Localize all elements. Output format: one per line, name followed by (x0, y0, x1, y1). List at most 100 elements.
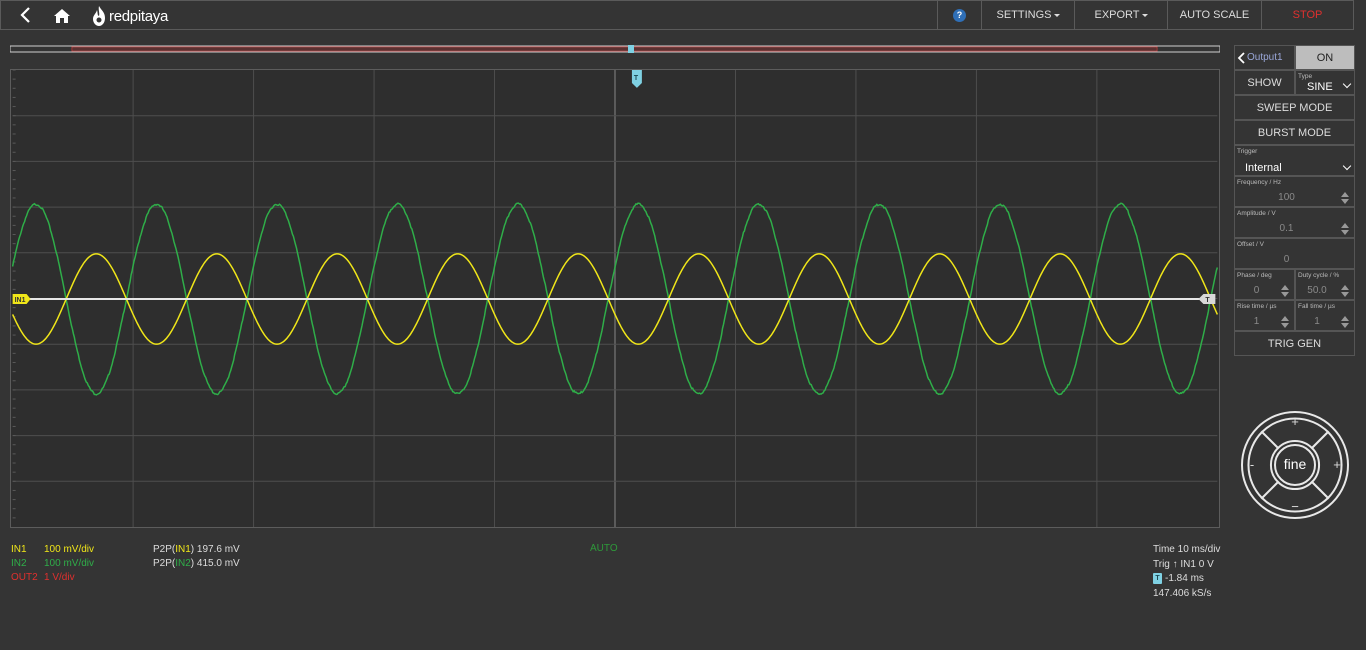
measurement-row[interactable]: P2P(IN1) 197.6 mV (153, 543, 240, 557)
caret-down-icon (1053, 13, 1060, 17)
offset-value[interactable]: 0 (1235, 254, 1338, 265)
amplitude-value[interactable]: 0.1 (1235, 223, 1338, 234)
timing-info: Time 10 ms/div Trig ↑ IN1 0 V T -1.84 ms … (1153, 543, 1220, 601)
phase-label: Phase / deg (1237, 272, 1272, 279)
trigger-time-marker-label: T (634, 75, 639, 82)
type-select[interactable]: Type SINE (1295, 70, 1355, 95)
fine-dial[interactable]: fine + − - + (1240, 410, 1350, 520)
type-label: Type (1298, 73, 1313, 80)
chevron-left-icon (1237, 51, 1245, 64)
help-icon: ? (953, 8, 966, 22)
frequency-value[interactable]: 100 (1235, 192, 1338, 203)
phase-field[interactable]: Phase / deg 0 (1234, 269, 1295, 300)
trigger-level-marker[interactable]: T (1198, 294, 1216, 304)
plus-icon: + (1333, 457, 1341, 472)
fall-time-label: Fall time / µs (1298, 303, 1335, 310)
trigger-select[interactable]: Trigger Internal (1234, 145, 1355, 176)
duty-cycle-value[interactable]: 50.0 (1296, 285, 1338, 296)
auto-scale-button[interactable]: AUTO SCALE (1167, 1, 1261, 29)
frequency-label: Frequency / Hz (1237, 179, 1282, 186)
export-button[interactable]: EXPORT (1074, 1, 1167, 29)
phase-value[interactable]: 0 (1235, 285, 1278, 296)
spinner-icon[interactable] (1341, 316, 1349, 328)
dial-center-label: fine (1284, 456, 1307, 472)
rise-time-value[interactable]: 1 (1235, 316, 1278, 327)
stop-label: STOP (1292, 9, 1323, 21)
auto-scale-label: AUTO SCALE (1179, 9, 1250, 21)
spinner-icon[interactable] (1281, 316, 1289, 328)
plus-icon: + (1291, 414, 1299, 429)
trig-gen-label: TRIG GEN (1267, 337, 1322, 350)
burst-mode-button[interactable]: BURST MODE (1234, 120, 1355, 145)
buffer-timeline[interactable] (10, 44, 1220, 54)
measurement-row[interactable]: P2P(IN2) 415.0 mV (153, 557, 240, 571)
spinner-icon[interactable] (1341, 285, 1349, 297)
in1-offset-marker[interactable]: IN1 (12, 294, 31, 304)
show-button[interactable]: SHOW (1234, 70, 1295, 95)
output1-back-button[interactable]: Output1 (1234, 45, 1295, 70)
trigger-delay: -1.84 ms (1165, 573, 1204, 584)
channel-scales: IN1 100 mV/div IN2 100 mV/div OUT2 1 V/div (11, 543, 94, 585)
measurement-prefix: P2P( (153, 544, 176, 555)
caret-down-icon (1141, 13, 1148, 17)
trigger-info: Trig ↑ IN1 0 V (1153, 558, 1214, 570)
amplitude-field[interactable]: Amplitude / V 0.1 (1234, 207, 1355, 238)
spinner-icon[interactable] (1341, 192, 1349, 204)
measurement-prefix: P2P( (153, 558, 176, 569)
measurements: P2P(IN1) 197.6 mV P2P(IN2) 415.0 mV (153, 543, 240, 571)
trigger-mode-label: AUTO (590, 543, 618, 554)
duty-cycle-field[interactable]: Duty cycle / % 50.0 (1295, 269, 1355, 300)
measurement-channel: IN1 (175, 544, 191, 555)
trigger-level-marker-label: T (1205, 297, 1210, 304)
spinner-icon[interactable] (1341, 223, 1349, 235)
trig-gen-button[interactable]: TRIG GEN (1234, 331, 1355, 356)
duty-cycle-label: Duty cycle / % (1298, 272, 1340, 279)
output-on-button[interactable]: ON (1295, 45, 1355, 70)
channel-name: IN2 (11, 558, 27, 569)
channel-row-in1[interactable]: IN1 100 mV/div (11, 543, 94, 557)
offset-field[interactable]: Offset / V 0 (1234, 238, 1355, 269)
output1-label: Output1 (1247, 52, 1283, 63)
channel-row-in2[interactable]: IN2 100 mV/div (11, 557, 94, 571)
brand-name: redpitaya (109, 7, 169, 25)
sweep-mode-label: SWEEP MODE (1256, 101, 1333, 114)
settings-button[interactable]: SETTINGS (981, 1, 1074, 29)
help-button[interactable]: ? (937, 1, 981, 29)
settings-label: SETTINGS (996, 9, 1052, 21)
minus-icon: - (1250, 457, 1254, 472)
stop-button[interactable]: STOP (1261, 1, 1353, 29)
timeline-trigger-handle (628, 45, 634, 53)
trigger-time-marker[interactable]: T (631, 70, 642, 88)
export-label: EXPORT (1094, 9, 1140, 21)
sweep-mode-button[interactable]: SWEEP MODE (1234, 95, 1355, 120)
trigger-source-label: Trigger (1237, 148, 1258, 155)
measurement-value: ) 415.0 mV (190, 558, 240, 569)
fall-time-field[interactable]: Fall time / µs 1 (1295, 300, 1355, 331)
trigger-marker-icon: T (1153, 572, 1162, 584)
time-per-div: Time 10 ms/div (1153, 544, 1221, 555)
brand-logo[interactable]: redpitaya (91, 4, 168, 28)
channel-name: IN1 (11, 544, 27, 555)
channel-name: OUT2 (11, 572, 38, 583)
spinner-icon[interactable] (1281, 285, 1289, 297)
rise-time-label: Rise time / µs (1237, 303, 1277, 310)
chevron-down-icon (1342, 79, 1352, 89)
home-icon (54, 9, 70, 23)
channel-row-out2[interactable]: OUT2 1 V/div (11, 571, 94, 585)
back-button[interactable] (15, 4, 37, 26)
chevron-left-icon (20, 7, 30, 23)
oscilloscope-plot[interactable]: IN1 T T (10, 69, 1220, 528)
fall-time-value[interactable]: 1 (1296, 316, 1338, 327)
home-button[interactable] (51, 5, 73, 27)
frequency-field[interactable]: Frequency / Hz 100 (1234, 176, 1355, 207)
minus-icon: − (1291, 499, 1299, 514)
redpitaya-logo-icon (93, 6, 105, 26)
chevron-down-icon (1342, 161, 1352, 171)
rise-time-field[interactable]: Rise time / µs 1 (1234, 300, 1295, 331)
generator-panel: Output1 ON SHOW Type SINE SWEEP MODE BUR… (1234, 45, 1355, 356)
trigger-source-value: Internal (1245, 162, 1282, 174)
show-label: SHOW (1247, 76, 1282, 89)
amplitude-label: Amplitude / V (1237, 210, 1276, 217)
channel-scale: 100 mV/div (44, 558, 95, 569)
plot-ticks (12, 70, 16, 519)
